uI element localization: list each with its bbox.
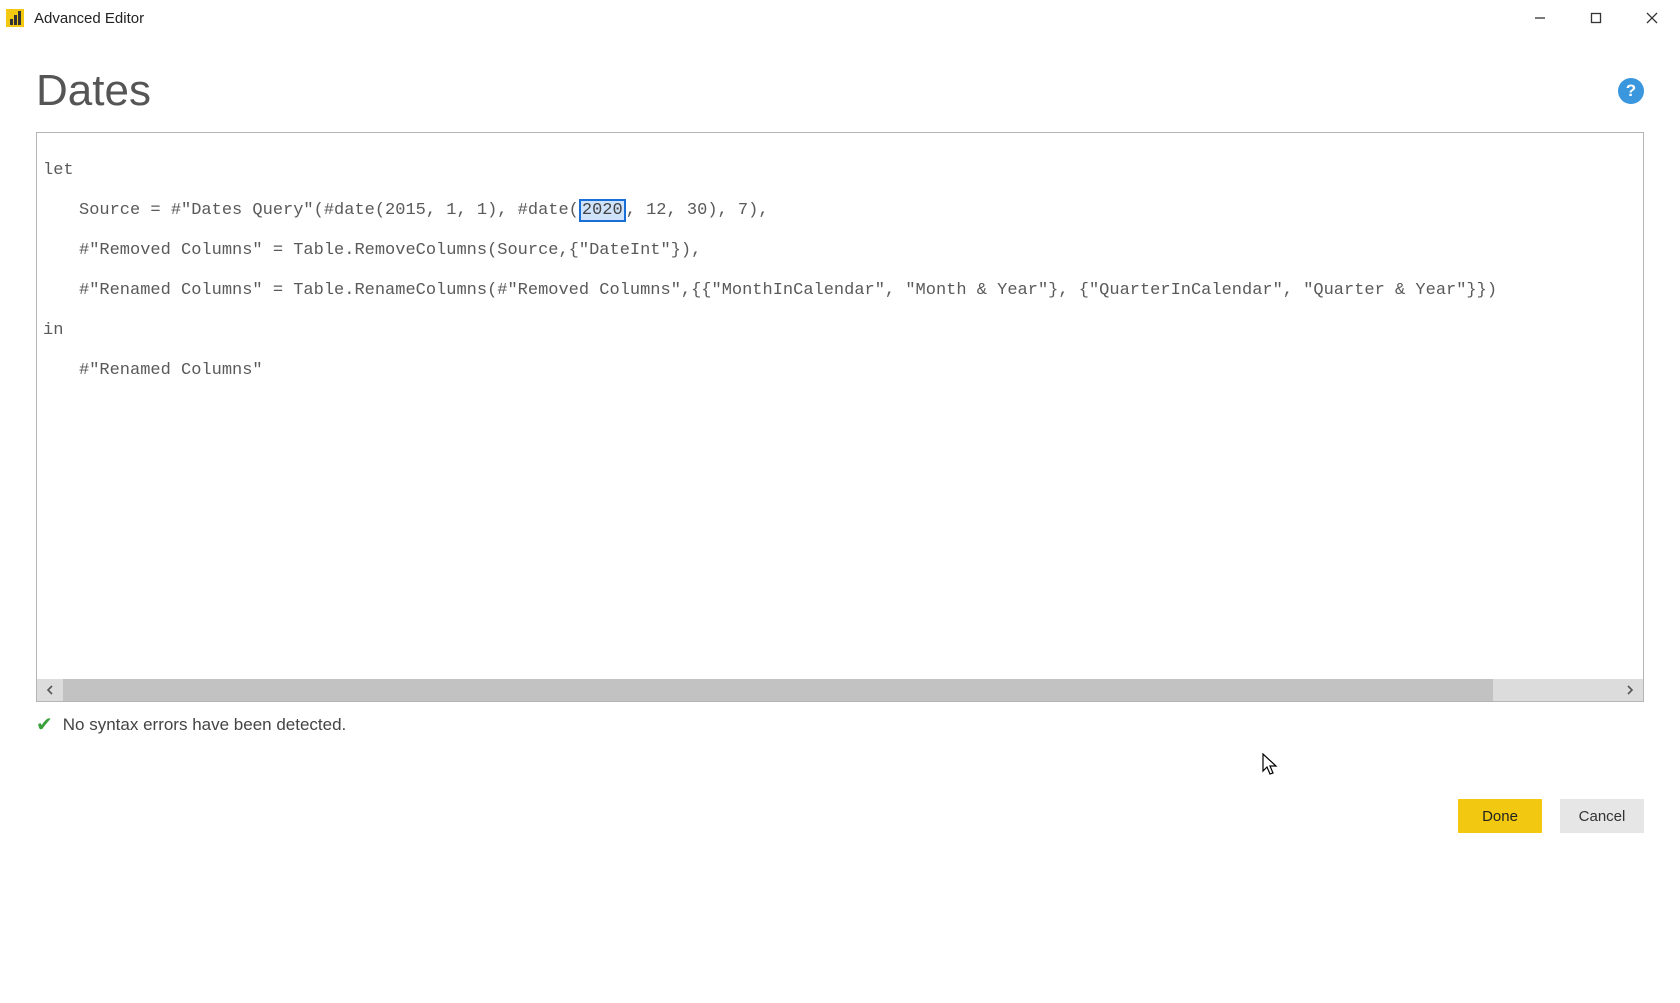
status-message: No syntax errors have been detected. xyxy=(63,715,347,735)
code-line: #"Renamed Columns" xyxy=(43,361,1637,381)
code-editor[interactable]: let Source = #"Dates Query"(#date(2015, … xyxy=(37,133,1643,679)
help-icon: ? xyxy=(1626,81,1636,101)
query-name-title: Dates xyxy=(36,66,1618,116)
maximize-button[interactable] xyxy=(1568,0,1624,36)
window-controls xyxy=(1512,0,1680,36)
mouse-cursor-icon xyxy=(1262,753,1280,783)
close-icon xyxy=(1646,12,1658,24)
code-line: #"Renamed Columns" = Table.RenameColumns… xyxy=(43,281,1637,301)
code-line: #"Removed Columns" = Table.RemoveColumns… xyxy=(43,241,1637,261)
status-bar: ✔ No syntax errors have been detected. xyxy=(0,702,1680,737)
code-line: in xyxy=(43,321,1637,341)
titlebar: Advanced Editor xyxy=(0,0,1680,36)
minimize-button[interactable] xyxy=(1512,0,1568,36)
editor-container: let Source = #"Dates Query"(#date(2015, … xyxy=(36,132,1644,702)
scroll-left-button[interactable] xyxy=(37,679,63,701)
maximize-icon xyxy=(1590,12,1602,24)
close-button[interactable] xyxy=(1624,0,1680,36)
code-line: Source = #"Dates Query"(#date(2015, 1, 1… xyxy=(43,201,1637,221)
check-icon: ✔ xyxy=(36,712,53,737)
minimize-icon xyxy=(1534,12,1546,24)
selected-text: 2020 xyxy=(579,199,626,222)
help-button[interactable]: ? xyxy=(1618,78,1644,104)
app-icon xyxy=(6,9,24,27)
header: Dates ? xyxy=(0,36,1680,132)
chevron-left-icon xyxy=(45,685,55,695)
scroll-thumb[interactable] xyxy=(63,679,1493,701)
scroll-right-button[interactable] xyxy=(1617,679,1643,701)
window-title: Advanced Editor xyxy=(34,10,1512,27)
done-button[interactable]: Done xyxy=(1458,799,1542,833)
horizontal-scrollbar[interactable] xyxy=(37,679,1643,701)
scroll-track[interactable] xyxy=(63,679,1617,701)
cancel-button[interactable]: Cancel xyxy=(1560,799,1644,833)
chevron-right-icon xyxy=(1625,685,1635,695)
dialog-buttons: Done Cancel xyxy=(1458,799,1644,833)
code-line: let xyxy=(43,161,1637,181)
